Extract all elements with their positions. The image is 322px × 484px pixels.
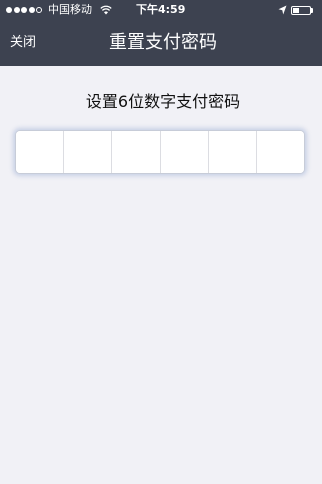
- signal-dot: [28, 7, 35, 13]
- password-prompt: 设置6位数字支付密码: [85, 92, 241, 111]
- screen: 中国移动 下午4:59 重置支付密码 关闭 设置6位数字支付密码: [0, 0, 322, 484]
- close-button[interactable]: 关闭: [10, 20, 36, 66]
- carrier-name: 中国移动: [48, 3, 92, 16]
- signal-dot: [6, 7, 12, 13]
- password-digit-cell: [160, 131, 209, 173]
- nav-bar: 重置支付密码 关闭: [0, 20, 322, 66]
- signal-dot: [13, 7, 20, 13]
- password-digit-cell: [16, 131, 65, 173]
- password-digit-cell: [256, 131, 304, 173]
- battery-cap: [311, 8, 313, 13]
- password-digit-cell: [64, 131, 113, 173]
- signal-dot: [21, 7, 27, 13]
- signal-strength-icon: [6, 7, 42, 13]
- battery-level: [293, 8, 299, 13]
- page-title: 重置支付密码: [109, 32, 217, 53]
- signal-dot: [36, 7, 42, 13]
- status-bar: 中国移动 下午4:59: [0, 0, 322, 20]
- header: 中国移动 下午4:59 重置支付密码 关闭: [0, 0, 322, 66]
- wifi-icon: [100, 5, 112, 15]
- password-digit-cell: [112, 131, 161, 173]
- status-time: 下午4:59: [136, 3, 186, 16]
- battery-icon: [291, 6, 311, 15]
- password-input[interactable]: [15, 130, 305, 174]
- password-digit-cell: [208, 131, 257, 173]
- location-arrow-icon: [278, 5, 287, 15]
